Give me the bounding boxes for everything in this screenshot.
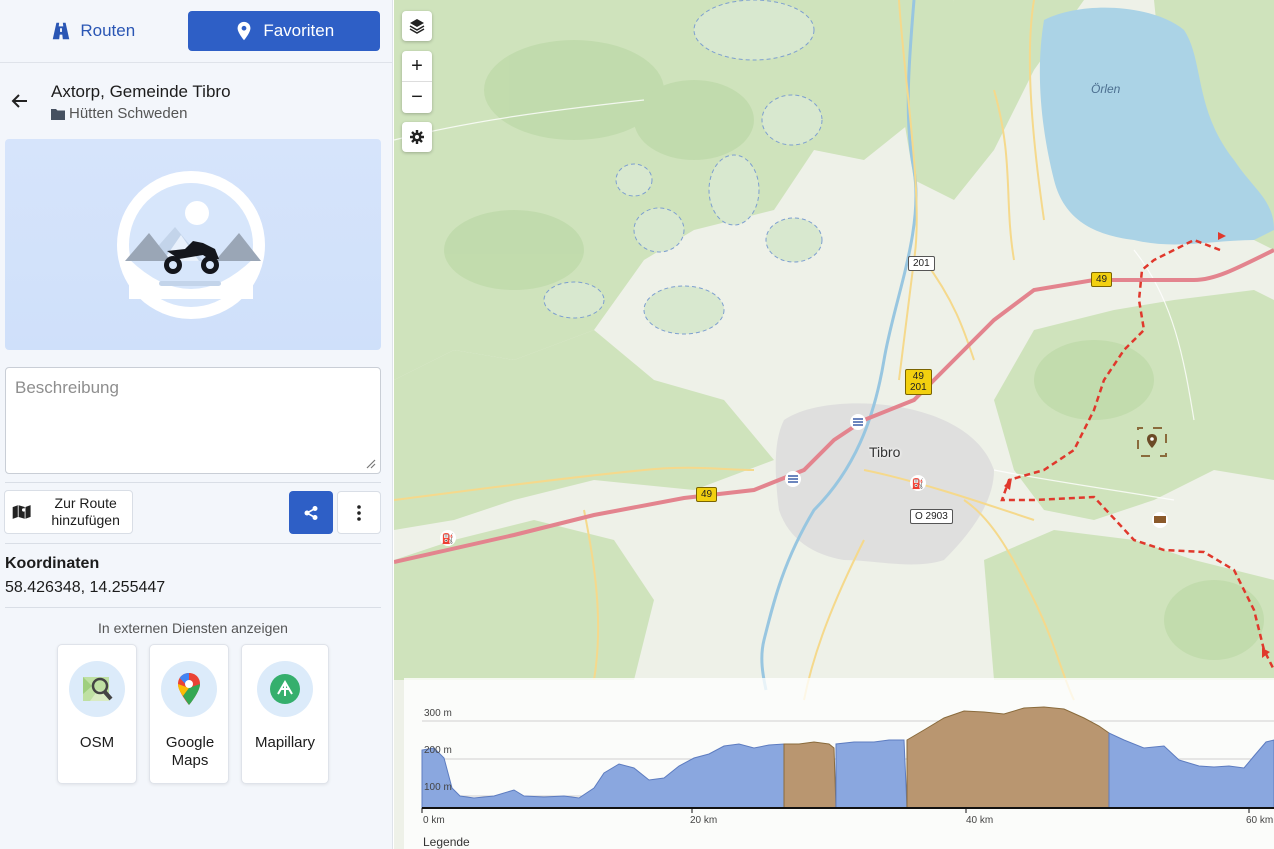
google-maps-button[interactable]: Google Maps <box>149 644 229 784</box>
place-header: Axtorp, Gemeinde Tibro Hütten Schweden <box>0 63 393 131</box>
map-settings-button[interactable] <box>402 122 432 152</box>
divider <box>5 543 381 544</box>
tab-routes[interactable]: Routen <box>5 11 181 51</box>
road-icon <box>53 22 70 40</box>
elevation-y-label: 300 m <box>424 708 452 719</box>
road-shield-49-201: 49 201 <box>905 369 932 395</box>
tab-routes-label: Routen <box>80 21 136 40</box>
osm-button[interactable]: OSM <box>57 644 137 784</box>
svg-text:⛽: ⛽ <box>442 532 454 545</box>
road-shield-o2903: O 2903 <box>910 509 953 524</box>
zoom-out-button[interactable]: − <box>402 82 432 113</box>
add-to-route-button[interactable]: Zur Route hinzufügen <box>4 490 133 534</box>
road-shield-49: 49 <box>696 487 718 502</box>
sidebar: Routen Favoriten Axtorp, Gemeinde Tibro … <box>0 0 393 849</box>
elevation-x-label: 20 km <box>690 815 718 826</box>
map-view[interactable]: ⛽ ⛽ Örlen Tibro 201 49 49 201 49 O 2903 … <box>394 0 1274 849</box>
tab-favorites[interactable]: Favoriten <box>187 11 380 51</box>
elevation-x-label: 60 km <box>1246 815 1274 826</box>
divider <box>5 607 381 608</box>
divider <box>5 482 381 483</box>
mapillary-label: Mapillary <box>254 734 315 751</box>
elevation-chart <box>421 706 1274 813</box>
osm-icon <box>69 661 125 717</box>
kebab-menu-icon <box>357 504 361 521</box>
town-label: Tibro <box>869 444 901 460</box>
elevation-y-label: 100 m <box>424 782 452 793</box>
share-icon <box>304 505 318 520</box>
place-category[interactable]: Hütten Schweden <box>51 105 187 122</box>
legend-toggle[interactable]: Legende <box>423 835 470 849</box>
motorcycle-landscape-icon <box>117 171 265 319</box>
road-shield-201: 201 <box>908 256 935 271</box>
fuel-marker: ⛽ <box>440 530 456 546</box>
elevation-profile[interactable]: 300 m 200 m 100 m 0 km 20 km 40 km 60 km <box>404 678 1274 849</box>
place-category-label: Hütten Schweden <box>69 105 188 122</box>
google-maps-label: Google Maps <box>165 734 215 769</box>
map-fold-icon <box>12 505 31 519</box>
place-image-placeholder[interactable] <box>5 139 381 350</box>
elevation-x-label: 40 km <box>966 815 994 826</box>
tab-bar: Routen Favoriten <box>0 0 392 63</box>
more-options-button[interactable] <box>337 491 381 534</box>
google-maps-icon <box>161 661 217 717</box>
folder-icon <box>51 108 65 120</box>
external-services-heading: In externen Diensten anzeigen <box>98 620 288 636</box>
back-arrow-icon[interactable] <box>10 91 30 111</box>
road-shield-49: 49 <box>1091 272 1113 287</box>
mapillary-button[interactable]: Mapillary <box>241 644 329 784</box>
layers-icon <box>409 19 425 34</box>
coordinates-value: 58.426348, 14.255447 <box>5 579 166 596</box>
place-title: Axtorp, Gemeinde Tibro <box>51 82 231 101</box>
gear-icon <box>410 130 424 144</box>
description-input[interactable] <box>5 367 381 474</box>
add-to-route-label: Zur Route hinzufügen <box>51 495 120 528</box>
zoom-control: + − <box>402 51 432 113</box>
coordinates-heading: Koordinaten <box>5 555 100 572</box>
map-pin-icon <box>237 21 251 41</box>
zoom-in-button[interactable]: + <box>402 51 432 82</box>
svg-text:⛽: ⛽ <box>912 477 924 490</box>
layers-button[interactable] <box>402 11 432 41</box>
lake-label: Örlen <box>1091 82 1121 96</box>
osm-label: OSM <box>79 734 115 751</box>
mapillary-icon <box>257 661 313 717</box>
elevation-x-label: 0 km <box>423 815 445 826</box>
tab-favorites-label: Favoriten <box>263 21 335 40</box>
share-button[interactable] <box>289 491 333 534</box>
elevation-y-label: 200 m <box>424 745 452 756</box>
